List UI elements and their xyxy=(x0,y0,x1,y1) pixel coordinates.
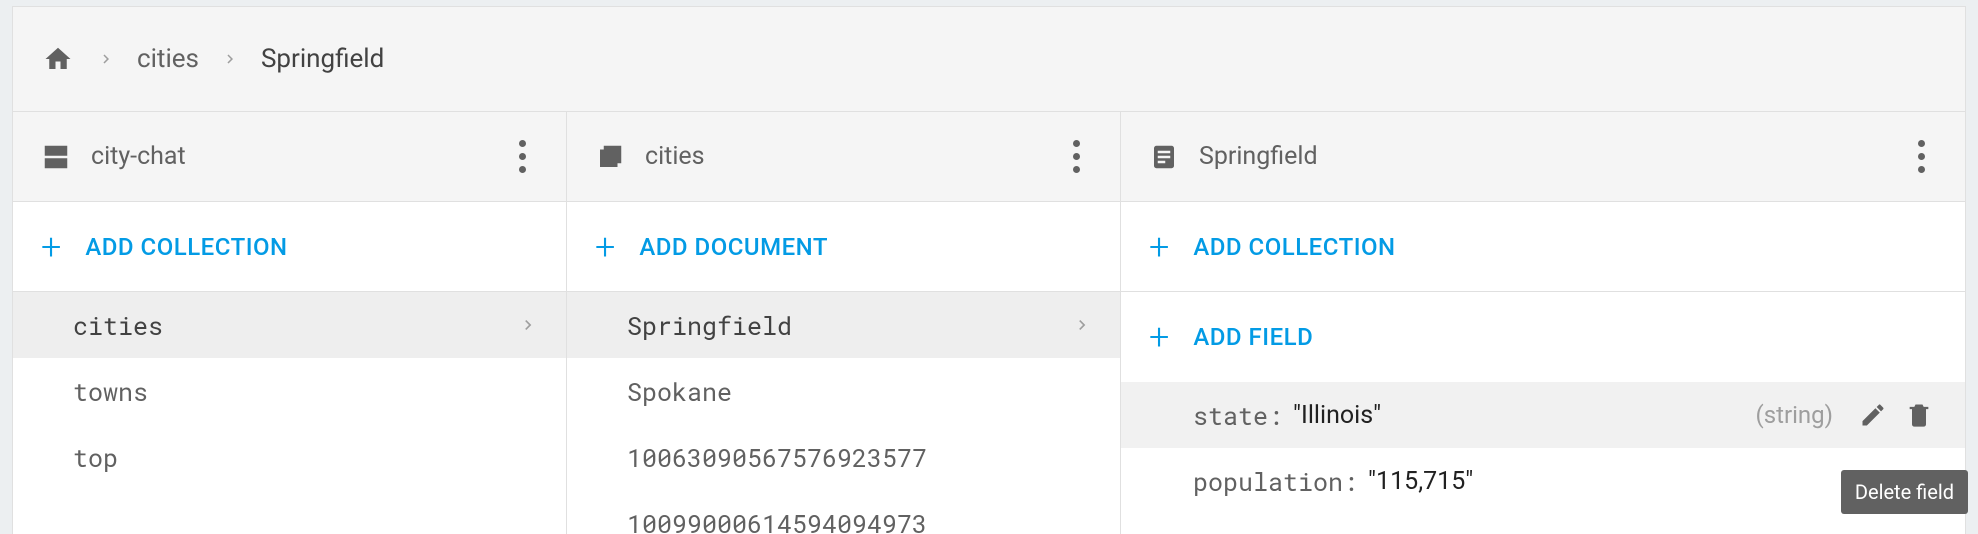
add-subcollection-label: ADD COLLECTION xyxy=(1193,233,1395,261)
plus-icon: + xyxy=(1149,229,1169,265)
document-header: Springfield xyxy=(1121,112,1965,202)
project-column: city-chat + ADD COLLECTION cities towns xyxy=(13,112,567,534)
chevron-right-icon xyxy=(518,310,538,340)
field-key: state: xyxy=(1193,399,1283,432)
collection-header: cities xyxy=(567,112,1120,202)
pencil-icon xyxy=(1859,401,1887,429)
collection-item-label: top xyxy=(73,441,118,474)
document-item-label: Spokane xyxy=(627,375,732,408)
project-menu-button[interactable] xyxy=(506,137,538,177)
field-row[interactable]: population: "115,715" xyxy=(1121,448,1965,514)
document-column: Springfield + ADD COLLECTION + ADD FIELD… xyxy=(1121,112,1965,534)
chevron-right-icon xyxy=(97,45,115,73)
collection-item[interactable]: towns xyxy=(13,358,566,424)
field-type: (string) xyxy=(1755,401,1833,429)
breadcrumb-item[interactable]: cities xyxy=(137,44,199,74)
field-value: "Illinois" xyxy=(1293,401,1381,430)
document-icon xyxy=(1149,142,1179,172)
document-menu-button[interactable] xyxy=(1905,137,1937,177)
document-item[interactable]: 10063090567576923577 xyxy=(567,424,1120,490)
add-collection-label: ADD COLLECTION xyxy=(85,233,287,261)
breadcrumb-item-current[interactable]: Springfield xyxy=(261,44,384,74)
delete-field-tooltip: Delete field xyxy=(1841,470,1968,514)
add-subcollection-button[interactable]: + ADD COLLECTION xyxy=(1121,202,1965,292)
collection-icon xyxy=(595,142,625,172)
breadcrumb: cities Springfield xyxy=(13,7,1965,112)
document-item-label: Springfield xyxy=(627,309,792,342)
add-field-label: ADD FIELD xyxy=(1193,323,1313,351)
chevron-right-icon xyxy=(221,45,239,73)
document-item[interactable]: Springfield xyxy=(567,292,1120,358)
database-icon xyxy=(41,142,71,172)
chevron-right-icon xyxy=(1072,310,1092,340)
field-row[interactable]: state: "Illinois" (string) xyxy=(1121,382,1965,448)
project-title: city-chat xyxy=(91,142,486,171)
document-title: Springfield xyxy=(1199,142,1885,171)
field-value: "115,715" xyxy=(1368,467,1473,496)
field-key: population: xyxy=(1193,465,1358,498)
collection-item[interactable]: top xyxy=(13,424,566,490)
project-header: city-chat xyxy=(13,112,566,202)
plus-icon: + xyxy=(41,229,61,265)
collection-item-label: towns xyxy=(73,375,148,408)
trash-icon xyxy=(1905,401,1933,429)
add-document-button[interactable]: + ADD DOCUMENT xyxy=(567,202,1120,292)
plus-icon: + xyxy=(595,229,615,265)
document-item[interactable]: Spokane xyxy=(567,358,1120,424)
collection-item-label: cities xyxy=(73,309,163,342)
add-collection-button[interactable]: + ADD COLLECTION xyxy=(13,202,566,292)
collection-menu-button[interactable] xyxy=(1060,137,1092,177)
plus-icon: + xyxy=(1149,319,1169,355)
collection-item[interactable]: cities xyxy=(13,292,566,358)
delete-field-button[interactable] xyxy=(1901,397,1937,433)
document-item-label: 10063090567576923577 xyxy=(627,441,927,474)
collection-column: cities + ADD DOCUMENT Springfield Spokan… xyxy=(567,112,1121,534)
document-item[interactable]: 10099000614594094973 xyxy=(567,490,1120,534)
collection-title: cities xyxy=(645,142,1040,171)
document-item-label: 10099000614594094973 xyxy=(627,507,927,534)
edit-field-button[interactable] xyxy=(1855,397,1891,433)
add-document-label: ADD DOCUMENT xyxy=(639,233,828,261)
add-field-button[interactable]: + ADD FIELD xyxy=(1121,292,1965,382)
home-icon[interactable] xyxy=(41,44,75,74)
